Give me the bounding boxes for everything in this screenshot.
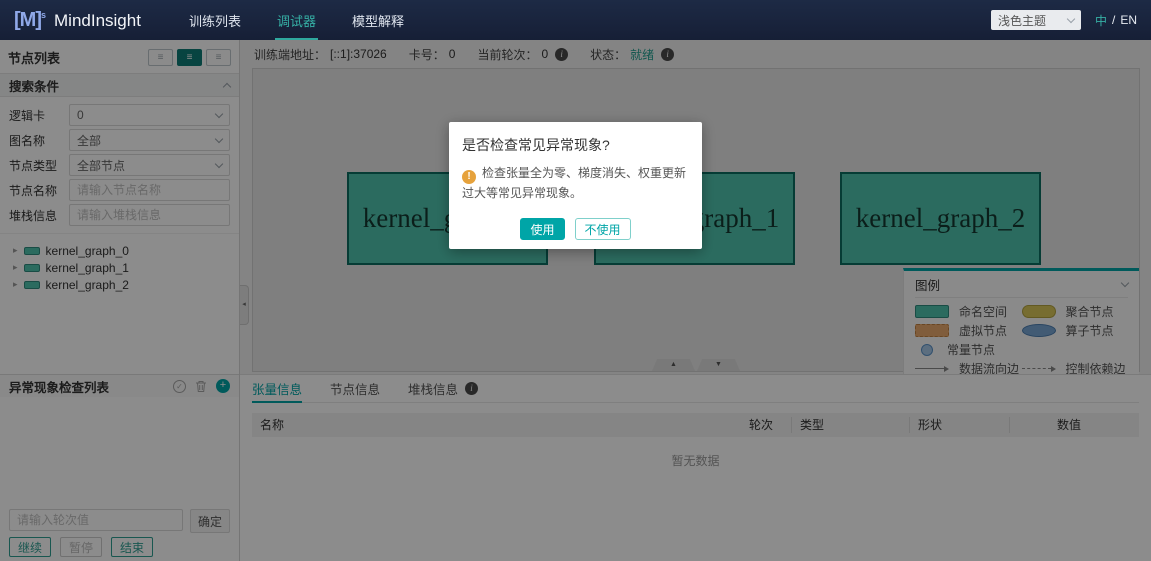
app-header: [M] s MindInsight 训练列表 调试器 模型解释 浅色主题 中 /… (0, 0, 1151, 40)
nav-training-list[interactable]: 训练列表 (171, 0, 259, 40)
header-right: 浅色主题 中 / EN (991, 10, 1137, 30)
lang-separator: / (1112, 13, 1115, 27)
lang-en[interactable]: EN (1120, 13, 1137, 27)
language-switch: 中 / EN (1095, 12, 1137, 29)
logo-superscript: s (41, 10, 46, 20)
mindinsight-logo: [M] s MindInsight (14, 9, 141, 32)
nav-model-explanation[interactable]: 模型解释 (334, 0, 422, 40)
not-use-button[interactable]: 不使用 (575, 218, 631, 240)
warning-icon: ! (462, 170, 476, 184)
use-button[interactable]: 使用 (520, 218, 564, 240)
theme-select-value: 浅色主题 (998, 12, 1046, 29)
anomaly-check-dialog: 是否检查常见异常现象? !检查张量全为零、梯度消失、权重更新过大等常见异常现象。… (449, 122, 702, 249)
lang-zh[interactable]: 中 (1095, 12, 1107, 29)
nav-debugger[interactable]: 调试器 (259, 0, 334, 40)
dialog-buttons: 使用 不使用 (462, 218, 689, 240)
theme-select[interactable]: 浅色主题 (991, 10, 1081, 30)
dialog-title: 是否检查常见异常现象? (462, 135, 689, 155)
main-nav: 训练列表 调试器 模型解释 (171, 0, 422, 40)
chevron-down-icon (1067, 14, 1075, 22)
logo-text: MindInsight (54, 11, 141, 31)
logo-mark: [M] (14, 9, 41, 32)
dialog-body-text: 检查张量全为零、梯度消失、权重更新过大等常见异常现象。 (462, 166, 686, 200)
dialog-body: !检查张量全为零、梯度消失、权重更新过大等常见异常现象。 (462, 164, 689, 202)
modal-overlay[interactable] (0, 40, 1151, 561)
